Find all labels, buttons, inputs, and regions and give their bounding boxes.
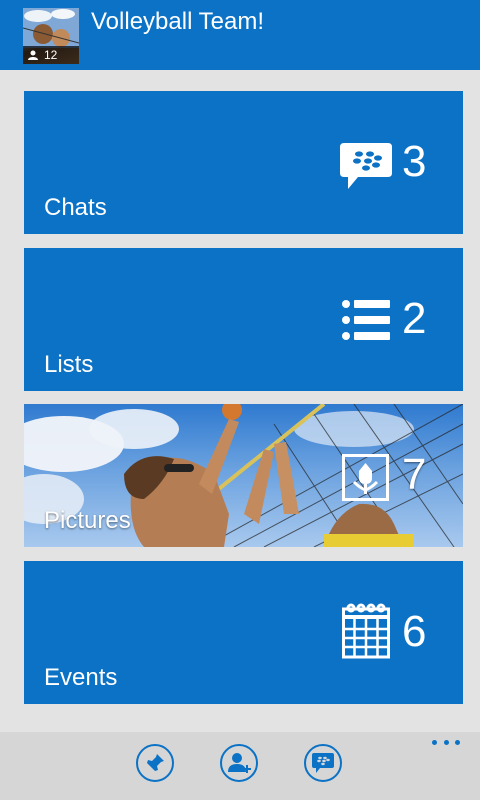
calendar-icon [342,603,390,659]
member-count-badge: 12 [23,46,79,64]
picture-icon [342,454,389,501]
pictures-count: 7 [402,450,427,499]
bbm-chat-icon [340,143,392,189]
tile-chats[interactable]: 3 Chats [24,91,463,234]
more-icon[interactable] [432,740,460,748]
events-label: Events [44,664,118,691]
pin-icon [146,754,164,772]
app-bar [0,732,480,800]
events-count: 6 [402,607,427,656]
bbm-icon [312,753,334,773]
group-header: 12 Volleyball Team! [0,0,480,70]
page-title: Volleyball Team! [91,8,264,35]
pictures-label: Pictures [44,507,131,534]
lists-count: 2 [402,294,427,343]
tile-events[interactable]: 6 Events [24,561,463,704]
bbm-button[interactable] [304,744,342,782]
list-icon [342,300,390,340]
chats-label: Chats [44,194,107,221]
member-count: 12 [44,48,58,62]
lists-label: Lists [44,351,94,378]
chats-count: 3 [402,137,427,186]
person-icon [28,50,38,60]
add-contact-button[interactable] [220,744,258,782]
tile-pictures[interactable]: 7 Pictures [24,404,463,547]
pin-button[interactable] [136,744,174,782]
add-contact-icon [228,753,251,773]
tile-lists[interactable]: 2 Lists [24,248,463,391]
group-avatar[interactable]: 12 [23,8,79,64]
